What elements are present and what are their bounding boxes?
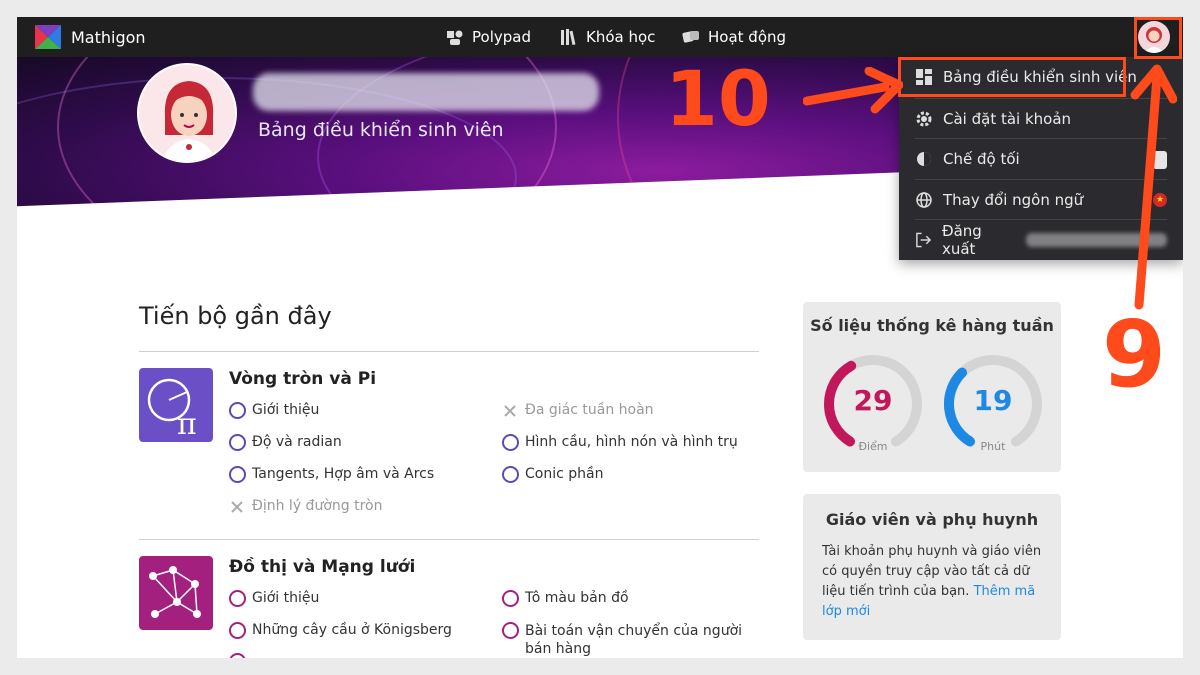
books-icon [561, 29, 576, 46]
lesson-status-icon [229, 434, 246, 451]
highlight-box-avatar [1134, 17, 1182, 59]
lesson-status-icon [229, 653, 246, 658]
arrow-up-icon [1130, 64, 1177, 310]
student-avatar-icon [162, 81, 216, 161]
lesson-status-icon [229, 402, 246, 419]
course-name[interactable]: Vòng tròn và Pi [229, 369, 376, 389]
section-title-recent-progress: Tiến bộ gần đây [139, 302, 332, 330]
lesson-item[interactable]: Hình cầu, hình nón và hình trụ [502, 434, 738, 451]
nav-link-activities[interactable]: Hoạt động [681, 27, 786, 47]
lesson-label: Conic phần [525, 466, 604, 482]
username-redacted [253, 73, 599, 111]
annotation-step-9: 9 [1102, 301, 1167, 408]
nav-link-label: Polypad [472, 28, 531, 46]
network-graph-icon [149, 566, 201, 618]
lesson-label: Những cây cầu ở Königsberg [252, 622, 452, 638]
mathigon-logo-icon [35, 25, 61, 49]
profile-avatar [137, 63, 237, 163]
menu-item-label: Đăng xuất [941, 221, 982, 258]
minutes-value: 19 [973, 384, 1013, 417]
nav-link-courses[interactable]: Khóa học [559, 27, 655, 47]
lesson-label: Đa giác tuần hoàn [525, 402, 654, 418]
menu-item-label: Thay đổi ngôn ngữ [943, 190, 1084, 209]
lesson-item[interactable]: Những cây cầu ở Königsberg [229, 622, 452, 639]
lesson-item[interactable]: Độ và radian [229, 434, 342, 451]
card-title: Giáo viên và phụ huynh [825, 510, 1039, 529]
points-label: Điểm [858, 440, 888, 453]
course-name[interactable]: Đồ thị và Mạng lưới [229, 557, 415, 577]
lesson-status-icon [229, 590, 246, 607]
lesson-label: Độ và radian [252, 434, 342, 450]
lesson-label: Tangents, Hợp âm và Arcs [252, 466, 435, 482]
banner-subtitle: Bảng điều khiển sinh viên [258, 119, 504, 141]
card-body: Tài khoản phụ huynh và giáo viên có quyề… [822, 542, 1044, 622]
menu-item-label: Cài đặt tài khoản [943, 109, 1072, 128]
lesson-status-icon [229, 466, 246, 483]
divider [139, 539, 759, 540]
teachers-parents-card: Giáo viên và phụ huynh Tài khoản phụ huy… [803, 494, 1061, 640]
brand[interactable]: Mathigon [35, 25, 146, 49]
tools-icon [231, 501, 243, 513]
gear-icon [916, 111, 932, 126]
lesson-label: Giới thiệu [252, 402, 320, 418]
app-window: Mathigon Polypad Khóa học Hoạt động Bảng… [17, 17, 1183, 658]
course-tile-circles-pi[interactable]: π [139, 368, 213, 442]
stats-title: Số liệu thống kê hàng tuần [810, 316, 1054, 335]
lesson-item[interactable]: Tô màu bản đồ [502, 590, 629, 607]
tools-icon [504, 405, 516, 417]
lesson-status-icon [502, 466, 519, 483]
menu-item-label: Chế độ tối [943, 149, 1020, 168]
lesson-item[interactable]: Giới thiệu [229, 590, 319, 607]
top-nav: Mathigon Polypad Khóa học Hoạt động [17, 17, 1183, 57]
lesson-item[interactable]: Tangents, Hợp âm và Arcs [229, 466, 434, 483]
points-value: 29 [853, 384, 893, 417]
minutes-label: Phút [980, 440, 1006, 453]
globe-icon [916, 191, 932, 208]
lesson-status-icon [502, 434, 519, 451]
circle-pi-icon: π [147, 378, 197, 442]
highlight-box-dashboard [898, 57, 1126, 97]
nav-link-label: Khóa học [586, 28, 656, 46]
lesson-item-locked: Đa giác tuần hoàn [502, 402, 654, 419]
lesson-label: Bài toán vận chuyển của người bán hàng [525, 623, 743, 657]
svg-text:π: π [177, 407, 197, 442]
logout-icon [916, 232, 932, 247]
nav-link-label: Hoạt động [708, 28, 787, 46]
lesson-status-icon [229, 622, 246, 639]
lesson-status-icon [502, 622, 519, 639]
lesson-label: Hình cầu, hình nón và hình trụ [525, 434, 738, 450]
nav-link-polypad[interactable]: Polypad [445, 27, 531, 47]
lesson-item[interactable] [229, 653, 246, 658]
course-tile-graphs-networks[interactable] [139, 556, 213, 630]
dark-mode-icon [917, 151, 931, 166]
weekly-stats-card: Số liệu thống kê hàng tuần 29 Điểm 19 Ph… [803, 302, 1061, 472]
lesson-label: Tô màu bản đồ [525, 590, 629, 606]
annotation-step-10: 10 [665, 54, 771, 143]
brand-name: Mathigon [71, 27, 146, 47]
lesson-status-icon [502, 590, 519, 607]
polypad-icon [447, 30, 463, 45]
divider [139, 351, 759, 352]
lesson-item-locked: Định lý đường tròn [229, 498, 382, 515]
dice-icon [682, 31, 699, 43]
lesson-item[interactable]: Giới thiệu [229, 402, 319, 419]
lesson-label: Định lý đường tròn [252, 498, 383, 514]
lesson-label: Giới thiệu [252, 590, 320, 606]
arrow-right-icon [803, 67, 903, 114]
lesson-item[interactable]: Conic phần [502, 466, 603, 483]
lesson-item[interactable]: Bài toán vận chuyển của người bán hàng [502, 622, 762, 658]
